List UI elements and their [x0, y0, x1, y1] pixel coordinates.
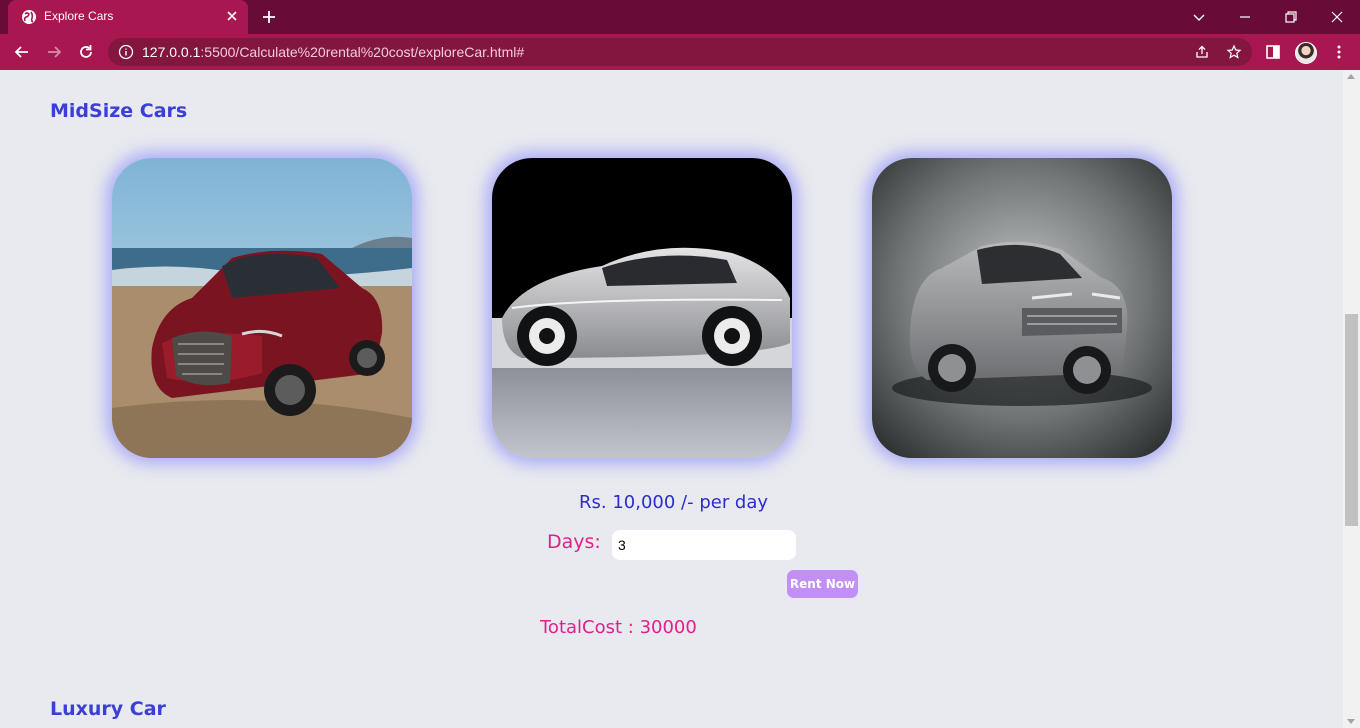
- url-text: 127.0.0.1:5500/Calculate%20rental%20cost…: [142, 44, 524, 60]
- car-card-red-sedan[interactable]: [112, 158, 412, 458]
- price-text: Rs. 10,000 /- per day: [579, 492, 769, 513]
- minimize-icon[interactable]: [1234, 6, 1256, 28]
- menu-icon[interactable]: [1330, 43, 1348, 61]
- url-path: :5500/Calculate%20rental%20cost/exploreC…: [200, 44, 525, 60]
- side-panel-icon[interactable]: [1264, 43, 1282, 61]
- share-icon[interactable]: [1194, 44, 1210, 60]
- close-tab-icon[interactable]: [224, 8, 240, 24]
- days-label: Days:: [547, 531, 601, 553]
- car-card-silver-suv[interactable]: [872, 158, 1172, 458]
- new-tab-icon[interactable]: [260, 8, 278, 26]
- back-icon[interactable]: [12, 42, 32, 62]
- page-content: MidSize Cars Rs. 10,000 /- per day Days:…: [0, 70, 1343, 728]
- scroll-thumb[interactable]: [1345, 314, 1358, 526]
- tab-strip: Explore Cars: [0, 0, 1360, 34]
- total-cost: TotalCost : 30000: [540, 617, 697, 638]
- car-card-silver-sedan[interactable]: [492, 158, 792, 458]
- globe-icon: [22, 10, 36, 24]
- tab-search-icon[interactable]: [1188, 6, 1210, 28]
- page-scrollbar[interactable]: [1343, 70, 1360, 728]
- scroll-up-icon[interactable]: [1347, 74, 1355, 79]
- address-bar[interactable]: 127.0.0.1:5500/Calculate%20rental%20cost…: [108, 38, 1252, 66]
- scroll-down-icon[interactable]: [1347, 719, 1355, 724]
- browser-toolbar: 127.0.0.1:5500/Calculate%20rental%20cost…: [0, 34, 1360, 70]
- silver-suv-image: [872, 158, 1172, 458]
- luxury-section-title: Luxury Car: [50, 698, 166, 720]
- profile-avatar[interactable]: [1295, 42, 1317, 64]
- info-icon[interactable]: [118, 44, 134, 60]
- forward-icon[interactable]: [44, 42, 64, 62]
- reload-icon[interactable]: [76, 42, 96, 62]
- days-input[interactable]: [612, 530, 796, 560]
- silver-sedan-image: [492, 158, 792, 458]
- red-sedan-image: [112, 158, 412, 458]
- tab-title: Explore Cars: [44, 9, 114, 23]
- tab-explore-cars[interactable]: Explore Cars: [8, 0, 248, 34]
- star-icon[interactable]: [1226, 44, 1242, 60]
- midsize-section-title: MidSize Cars: [50, 100, 188, 122]
- url-host: 127.0.0.1: [142, 44, 201, 60]
- restore-icon[interactable]: [1280, 6, 1302, 28]
- close-window-icon[interactable]: [1326, 6, 1348, 28]
- rent-now-button[interactable]: Rent Now: [787, 570, 858, 598]
